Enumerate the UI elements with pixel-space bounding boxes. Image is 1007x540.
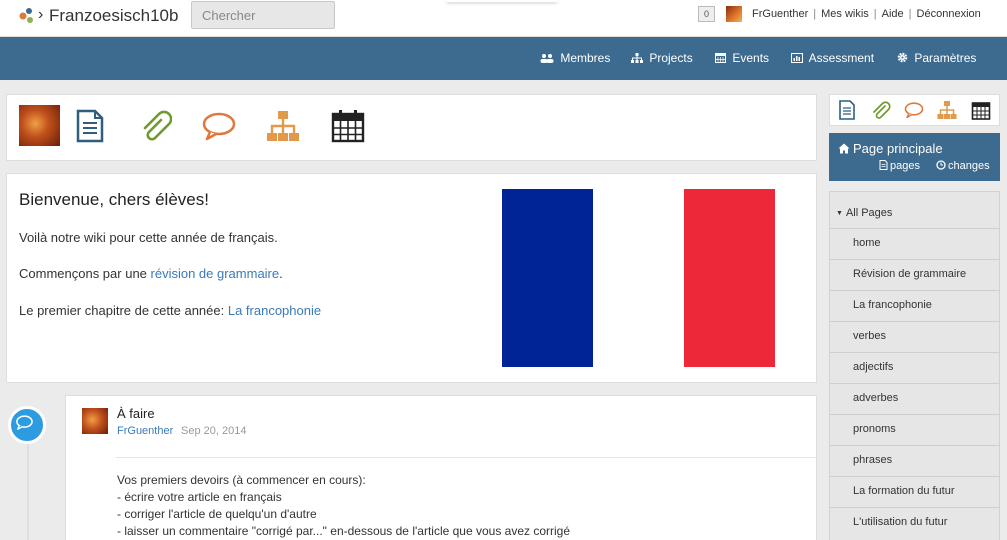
top-dropdown-edge <box>447 0 557 2</box>
welcome-card: Bienvenue, chers élèves! Voilà notre wik… <box>6 173 817 383</box>
activity-body: Vos premiers devoirs (à commencer en cou… <box>117 472 570 540</box>
sitemap-icon[interactable] <box>937 100 957 120</box>
welcome-line-2-text: Commençons par une <box>19 266 151 281</box>
activity-card: À faire FrGuenther Sep 20, 2014 Vos prem… <box>65 395 817 540</box>
comment-bubble-icon[interactable] <box>202 109 236 143</box>
nav-membres-label: Membres <box>560 51 611 65</box>
page-list-item[interactable]: Révision de grammaire <box>830 259 999 290</box>
paperclip-icon[interactable] <box>138 109 172 143</box>
nav-assessment-label: Assessment <box>808 51 875 65</box>
pages-link-label: pages <box>890 160 920 172</box>
nav-parametres-label: Paramètres <box>914 51 977 65</box>
user-name-link[interactable]: FrGuenther <box>752 8 808 20</box>
welcome-line-2: Commençons par une révision de grammaire… <box>19 266 283 281</box>
page-list-item[interactable]: verbes <box>830 321 999 352</box>
page-list-item[interactable]: La francophonie <box>830 290 999 321</box>
page-list-item[interactable]: home <box>830 228 999 259</box>
all-pages-toggle[interactable]: ▼ All Pages <box>836 207 892 219</box>
users-icon <box>540 54 554 63</box>
chevron-right-icon: › <box>38 6 44 23</box>
caret-down-icon: ▼ <box>836 210 843 217</box>
calendar-icon <box>715 53 726 63</box>
nav-assessment[interactable]: Assessment <box>791 51 874 65</box>
activity-user-avatar[interactable] <box>82 408 108 434</box>
sitemap-icon[interactable] <box>266 109 300 143</box>
nav-projects[interactable]: Projects <box>631 51 693 65</box>
wiki-avatar[interactable] <box>19 105 60 146</box>
activity-title[interactable]: À faire <box>117 406 155 421</box>
welcome-line-1: Voilà notre wiki pour cette année de fra… <box>19 230 278 245</box>
page-list-item[interactable]: La formation du futur <box>830 476 999 507</box>
sitemap-icon <box>631 53 643 63</box>
wiki-title[interactable]: Franzoesisch10b <box>49 6 178 26</box>
calendar-icon[interactable] <box>971 100 991 120</box>
file-icon <box>879 160 888 170</box>
flag-blue-stripe <box>502 189 593 367</box>
action-icon-strip <box>6 94 817 161</box>
activity-divider <box>116 457 816 458</box>
welcome-line-3: Le premier chapitre de cette année: La f… <box>19 303 321 318</box>
activity-date: Sep 20, 2014 <box>181 425 247 437</box>
timeline-line <box>27 440 29 540</box>
top-bar: › Franzoesisch10b 0 FrGuenther|Mes wikis… <box>0 0 1007 37</box>
sidebar-icon-strip <box>829 94 1000 126</box>
francophonie-link[interactable]: La francophonie <box>228 303 321 318</box>
all-pages-panel: ▼ All Pages home Révision de grammaire La… <box>829 191 1000 540</box>
notification-count-badge[interactable]: 0 <box>698 6 715 22</box>
nav-projects-label: Projects <box>649 51 693 65</box>
page-icon[interactable] <box>73 109 107 143</box>
gear-icon <box>897 52 908 63</box>
flag-white-stripe <box>593 189 684 367</box>
activity-body-line: - corriger l'article de quelqu'un d'autr… <box>117 507 317 521</box>
paperclip-icon[interactable] <box>871 100 891 120</box>
user-avatar-small[interactable] <box>726 6 742 22</box>
mes-wikis-link[interactable]: Mes wikis <box>821 8 869 20</box>
nav-bar: Membres Projects Events Assessment Param… <box>0 37 1007 80</box>
chat-bubble-icon <box>8 406 46 444</box>
calendar-icon[interactable] <box>331 109 365 143</box>
all-pages-label: All Pages <box>845 207 893 219</box>
page-list-item[interactable]: phrases <box>830 445 999 476</box>
aide-link[interactable]: Aide <box>882 8 904 20</box>
main-page-label: Page principale <box>853 141 943 156</box>
nav-events[interactable]: Events <box>715 51 769 65</box>
nav-events-label: Events <box>732 51 770 65</box>
activity-body-line: - laisser un commentaire "corrigé par...… <box>117 524 571 538</box>
wikispaces-logo-icon[interactable] <box>18 7 36 25</box>
search-input[interactable] <box>191 1 335 29</box>
page-list-item[interactable]: pronoms <box>830 414 999 445</box>
nav-parametres[interactable]: Paramètres <box>897 51 976 65</box>
revision-grammaire-link[interactable]: révision de grammaire <box>151 266 280 281</box>
welcome-line-2-suffix: . <box>279 266 283 281</box>
welcome-line-3-text: Le premier chapitre de cette année: <box>19 303 228 318</box>
comment-bubble-icon[interactable] <box>904 100 924 120</box>
welcome-title: Bienvenue, chers élèves! <box>19 190 209 209</box>
pages-link[interactable]: pages <box>879 160 920 172</box>
changes-link[interactable]: changes <box>936 160 990 172</box>
activity-user-link[interactable]: FrGuenther <box>117 425 173 437</box>
nav-membres[interactable]: Membres <box>540 51 610 65</box>
page-list-item[interactable]: adverbes <box>830 383 999 414</box>
page-list-item[interactable]: adjectifs <box>830 352 999 383</box>
activity-body-line: - écrire votre article en français <box>117 490 282 504</box>
main-page-panel: Page principale pages changes <box>829 133 1000 181</box>
activity-body-line: Vos premiers devoirs (à commencer en cou… <box>117 473 366 487</box>
deconnexion-link[interactable]: Déconnexion <box>917 8 981 20</box>
chart-icon <box>791 53 803 63</box>
home-icon <box>838 143 850 154</box>
page-list-item[interactable]: L'utilisation du futur <box>830 507 999 538</box>
french-flag-image <box>502 189 775 367</box>
user-links: FrGuenther | Mes wikis | Aide | Déconnexion <box>752 8 981 20</box>
flag-red-stripe <box>684 189 775 367</box>
main-page-link[interactable]: Page principale <box>838 141 943 156</box>
page-icon[interactable] <box>837 100 857 120</box>
clock-icon <box>936 160 946 170</box>
changes-link-label: changes <box>948 160 990 172</box>
